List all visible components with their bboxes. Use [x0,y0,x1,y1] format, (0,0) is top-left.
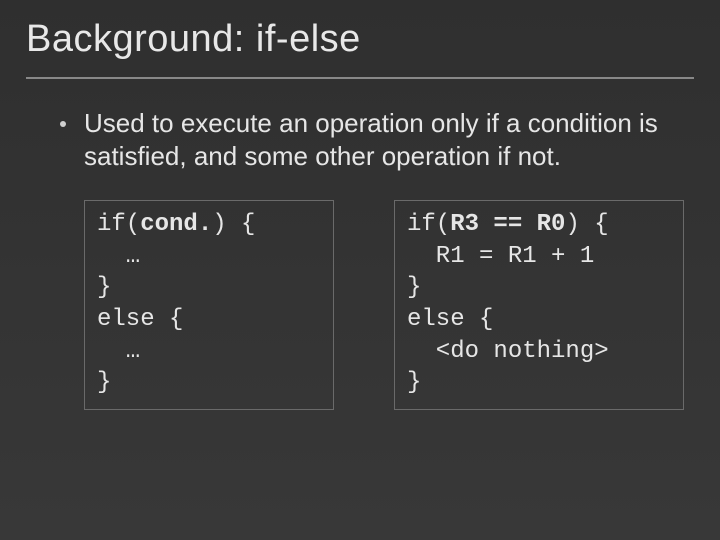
bullet-item: Used to execute an operation only if a c… [60,107,684,172]
slide: Background: if-else Used to execute an o… [0,0,720,540]
code-row: if(cond.) { … } else { … } if(R3 == R0) … [60,200,684,410]
code-text: } [97,369,111,396]
code-bold: R3 == R0 [450,211,565,238]
code-box-right: if(R3 == R0) { R1 = R1 + 1 } else { <do … [394,200,684,410]
code-text: <do nothing> [407,338,609,365]
slide-body: Used to execute an operation only if a c… [26,107,694,410]
title-rule [26,77,694,79]
bullet-text: Used to execute an operation only if a c… [84,107,684,172]
code-text: … [97,338,140,365]
code-text: } [97,274,111,301]
bullet-dot-icon [60,121,66,127]
code-text: ) { [212,211,255,238]
code-box-left: if(cond.) { … } else { … } [84,200,334,410]
slide-title: Background: if-else [26,18,694,61]
code-text: else { [407,306,493,333]
code-bold: cond. [140,211,212,238]
code-text: } [407,369,421,396]
code-text: R1 = R1 + 1 [407,243,594,270]
code-text: else { [97,306,183,333]
code-text: if( [97,211,140,238]
code-text: if( [407,211,450,238]
code-text: } [407,274,421,301]
code-text: ) { [565,211,608,238]
code-text: … [97,243,140,270]
